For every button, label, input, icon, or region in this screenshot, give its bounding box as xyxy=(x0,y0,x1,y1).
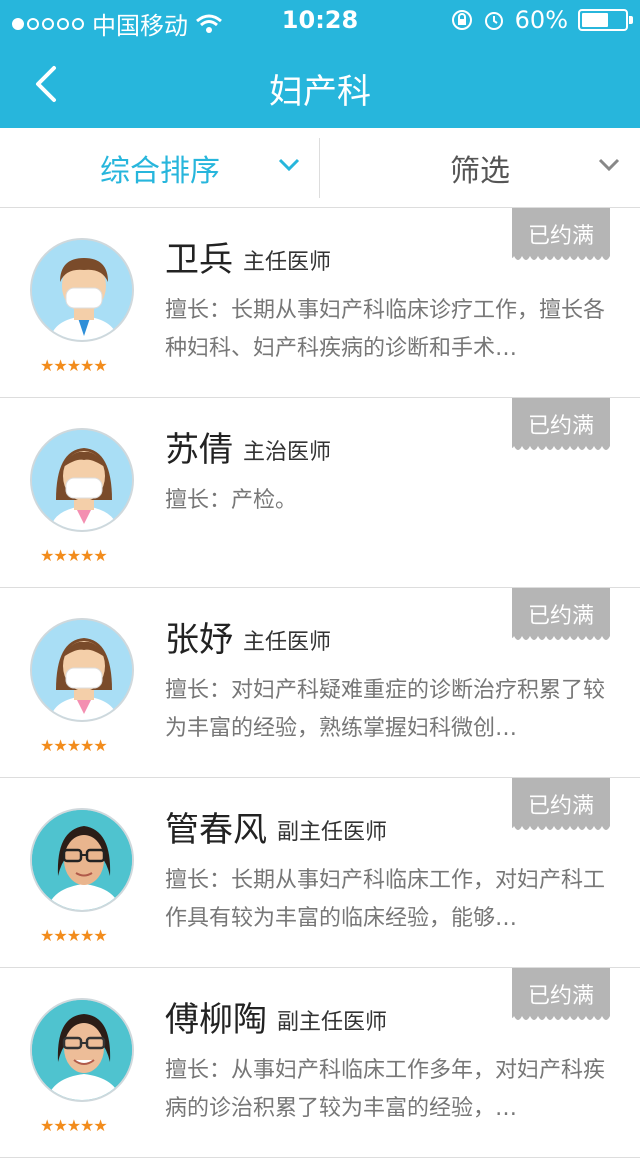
doctor-name: 管春风 xyxy=(165,810,267,850)
status-bar: 中国移动 10:28 60% xyxy=(0,0,640,40)
sort-label: 综合排序 xyxy=(100,154,220,189)
rating-stars: ★★★★★ xyxy=(40,356,108,375)
doctor-name: 苏倩 xyxy=(165,430,233,470)
doctor-avatar xyxy=(30,618,134,722)
battery-percent: 60% xyxy=(514,6,568,34)
doctor-list: ★★★★★ 卫兵 主任医师 擅长：长期从事妇产科临床诊疗工作，擅长各种妇科、妇产… xyxy=(0,208,640,1158)
sort-dropdown[interactable]: 综合排序 xyxy=(0,128,320,208)
doctor-photo xyxy=(30,808,134,912)
filter-bar: 综合排序 筛选 xyxy=(0,128,640,208)
fully-booked-badge: 已约满 xyxy=(512,588,610,644)
doctor-title: 副主任医师 xyxy=(277,1010,388,1035)
rating-stars: ★★★★★ xyxy=(40,546,108,565)
doctor-title: 副主任医师 xyxy=(277,820,388,845)
badge-label: 已约满 xyxy=(527,224,594,249)
doctor-title: 主治医师 xyxy=(243,440,332,465)
doctor-avatar xyxy=(30,238,134,342)
battery-icon xyxy=(578,9,633,31)
badge-label: 已约满 xyxy=(527,984,594,1009)
status-right: 60% xyxy=(451,6,633,34)
rating-stars: ★★★★★ xyxy=(40,926,108,945)
doctor-list-item[interactable]: ★★★★★ 张妤 主任医师 擅长：对妇产科疑难重症的诊断治疗积累了较为丰富的经验… xyxy=(0,588,640,778)
page-title: 妇产科 xyxy=(269,72,371,112)
chevron-down-icon xyxy=(278,158,300,172)
badge-label: 已约满 xyxy=(527,794,594,819)
alarm-icon xyxy=(484,12,503,30)
doctor-list-item[interactable]: ★★★★★ 苏倩 主治医师 擅长：产检。 已约满 xyxy=(0,398,640,588)
fully-booked-badge: 已约满 xyxy=(512,208,610,264)
doctor-name: 卫兵 xyxy=(165,240,233,280)
doctor-name: 傅柳陶 xyxy=(165,1000,267,1040)
fully-booked-badge: 已约满 xyxy=(512,398,610,454)
rating-stars: ★★★★★ xyxy=(40,1116,108,1135)
doctor-avatar xyxy=(30,428,134,532)
fully-booked-badge: 已约满 xyxy=(512,968,610,1024)
doctor-list-item[interactable]: ★★★★★ 傅柳陶 副主任医师 擅长：从事妇产科临床工作多年，对妇产科疾病的诊治… xyxy=(0,968,640,1158)
doctor-name: 张妤 xyxy=(165,620,233,660)
rotation-lock-icon xyxy=(451,10,472,30)
badge-label: 已约满 xyxy=(527,604,594,629)
chevron-down-icon xyxy=(598,158,620,172)
doctor-list-item[interactable]: ★★★★★ 卫兵 主任医师 擅长：长期从事妇产科临床诊疗工作，擅长各种妇科、妇产… xyxy=(0,208,640,398)
doctor-specialty: 擅长：长期从事妇产科临床诊疗工作，擅长各种妇科、妇产科疾病的诊断和手术… xyxy=(165,298,606,361)
doctor-list-item[interactable]: ★★★★★ 管春风 副主任医师 擅长：长期从事妇产科临床工作，对妇产科工作具有较… xyxy=(0,778,640,968)
doctor-specialty: 擅长：产检。 xyxy=(165,488,298,513)
rating-stars: ★★★★★ xyxy=(40,736,108,755)
doctor-specialty: 擅长：长期从事妇产科临床工作，对妇产科工作具有较为丰富的临床经验，能够… xyxy=(165,868,606,931)
doctor-specialty: 擅长：从事妇产科临床工作多年，对妇产科疾病的诊治积累了较为丰富的经验，… xyxy=(165,1058,606,1121)
nav-bar: 妇产科 xyxy=(0,40,640,128)
doctor-title: 主任医师 xyxy=(243,630,332,655)
doctor-photo xyxy=(30,998,134,1102)
doctor-title: 主任医师 xyxy=(243,250,332,275)
badge-label: 已约满 xyxy=(527,414,594,439)
filter-dropdown[interactable]: 筛选 xyxy=(320,128,640,208)
filter-label: 筛选 xyxy=(450,154,510,189)
doctor-specialty: 擅长：对妇产科疑难重症的诊断治疗积累了较为丰富的经验，熟练掌握妇科微创… xyxy=(165,678,606,741)
fully-booked-badge: 已约满 xyxy=(512,778,610,834)
